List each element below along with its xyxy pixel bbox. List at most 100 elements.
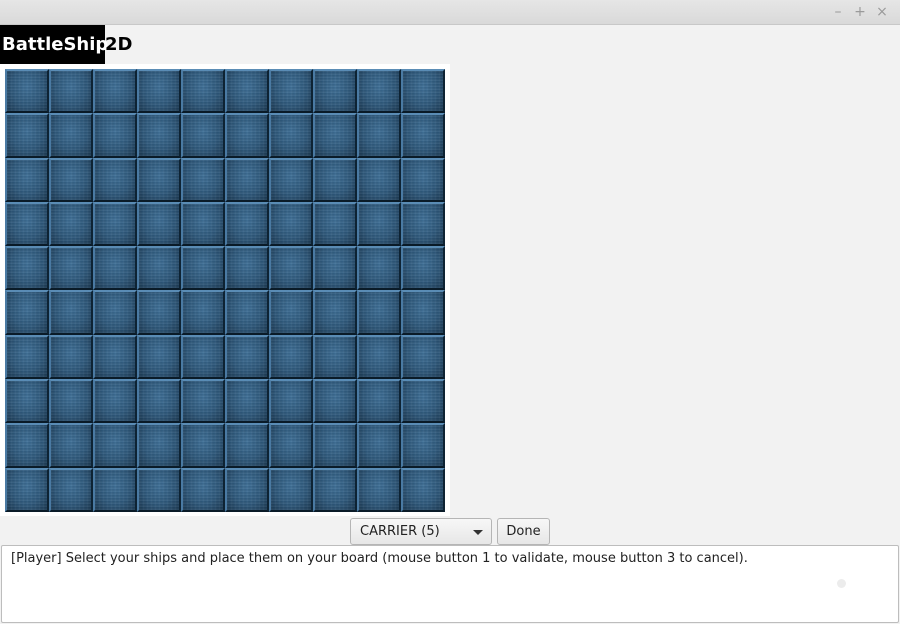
board-cell[interactable] xyxy=(5,201,49,247)
board-cell[interactable] xyxy=(313,423,357,468)
board-cell[interactable] xyxy=(225,334,269,380)
board-cell[interactable] xyxy=(49,379,93,424)
board-cell[interactable] xyxy=(5,423,49,468)
board-cell[interactable] xyxy=(225,113,269,158)
board-cell[interactable] xyxy=(401,69,445,114)
board-cell[interactable] xyxy=(225,157,269,202)
board-cell[interactable] xyxy=(357,423,401,468)
board-cell[interactable] xyxy=(181,379,225,424)
board-cell[interactable] xyxy=(137,379,181,424)
board-cell[interactable] xyxy=(49,423,93,468)
board-cell[interactable] xyxy=(137,69,181,114)
board-cell[interactable] xyxy=(5,246,49,291)
board-cell[interactable] xyxy=(93,157,137,202)
board-cell[interactable] xyxy=(137,290,181,335)
board-cell[interactable] xyxy=(357,157,401,202)
board-cell[interactable] xyxy=(181,246,225,291)
board-cell[interactable] xyxy=(93,246,137,291)
board-cell[interactable] xyxy=(49,113,93,158)
board-cell[interactable] xyxy=(401,334,445,380)
board-cell[interactable] xyxy=(5,467,49,512)
board-cell[interactable] xyxy=(357,246,401,291)
board-cell[interactable] xyxy=(5,157,49,202)
board-cell[interactable] xyxy=(137,157,181,202)
board-cell[interactable] xyxy=(137,467,181,512)
board-cell[interactable] xyxy=(357,467,401,512)
board-cell[interactable] xyxy=(137,246,181,291)
board-cell[interactable] xyxy=(181,69,225,114)
minimize-icon[interactable]: – xyxy=(830,4,846,20)
board-cell[interactable] xyxy=(49,467,93,512)
board-cell[interactable] xyxy=(269,201,313,247)
close-icon[interactable]: × xyxy=(874,4,890,20)
board-cell[interactable] xyxy=(269,157,313,202)
board-cell[interactable] xyxy=(401,467,445,512)
board-cell[interactable] xyxy=(401,379,445,424)
board-cell[interactable] xyxy=(137,334,181,380)
board-cell[interactable] xyxy=(181,157,225,202)
board-cell[interactable] xyxy=(401,157,445,202)
game-board[interactable] xyxy=(5,69,445,512)
board-cell[interactable] xyxy=(313,467,357,512)
board-cell[interactable] xyxy=(313,201,357,247)
board-cell[interactable] xyxy=(357,379,401,424)
board-cell[interactable] xyxy=(5,113,49,158)
board-cell[interactable] xyxy=(357,201,401,247)
board-cell[interactable] xyxy=(5,69,49,114)
board-cell[interactable] xyxy=(357,334,401,380)
board-cell[interactable] xyxy=(269,113,313,158)
board-cell[interactable] xyxy=(93,69,137,114)
board-cell[interactable] xyxy=(357,290,401,335)
board-cell[interactable] xyxy=(225,69,269,114)
board-cell[interactable] xyxy=(49,201,93,247)
board-cell[interactable] xyxy=(313,246,357,291)
board-cell[interactable] xyxy=(93,113,137,158)
board-cell[interactable] xyxy=(225,423,269,468)
board-cell[interactable] xyxy=(181,113,225,158)
board-cell[interactable] xyxy=(181,467,225,512)
board-cell[interactable] xyxy=(357,113,401,158)
maximize-icon[interactable]: + xyxy=(852,4,868,20)
board-cell[interactable] xyxy=(313,113,357,158)
board-cell[interactable] xyxy=(5,290,49,335)
board-cell[interactable] xyxy=(93,290,137,335)
board-cell[interactable] xyxy=(137,113,181,158)
board-cell[interactable] xyxy=(401,246,445,291)
board-cell[interactable] xyxy=(49,334,93,380)
message-log[interactable]: [Player] Select your ships and place the… xyxy=(1,545,899,623)
board-cell[interactable] xyxy=(313,157,357,202)
board-cell[interactable] xyxy=(313,334,357,380)
board-cell[interactable] xyxy=(49,246,93,291)
board-cell[interactable] xyxy=(49,290,93,335)
board-cell[interactable] xyxy=(401,423,445,468)
board-cell[interactable] xyxy=(357,69,401,114)
board-cell[interactable] xyxy=(181,201,225,247)
board-cell[interactable] xyxy=(401,290,445,335)
board-cell[interactable] xyxy=(49,157,93,202)
board-cell[interactable] xyxy=(93,201,137,247)
board-cell[interactable] xyxy=(93,379,137,424)
window-titlebar[interactable]: – + × xyxy=(0,0,900,25)
ship-select-dropdown[interactable]: CARRIER (5) xyxy=(350,518,492,545)
done-button[interactable]: Done xyxy=(497,518,550,545)
board-cell[interactable] xyxy=(401,201,445,247)
board-cell[interactable] xyxy=(5,379,49,424)
board-cell[interactable] xyxy=(93,334,137,380)
board-cell[interactable] xyxy=(225,246,269,291)
board-cell[interactable] xyxy=(269,467,313,512)
board-cell[interactable] xyxy=(269,69,313,114)
board-cell[interactable] xyxy=(225,379,269,424)
board-cell[interactable] xyxy=(137,423,181,468)
board-cell[interactable] xyxy=(269,290,313,335)
board-cell[interactable] xyxy=(93,467,137,512)
board-cell[interactable] xyxy=(269,246,313,291)
board-cell[interactable] xyxy=(269,379,313,424)
board-cell[interactable] xyxy=(5,334,49,380)
board-cell[interactable] xyxy=(225,290,269,335)
board-cell[interactable] xyxy=(313,69,357,114)
board-cell[interactable] xyxy=(225,467,269,512)
board-cell[interactable] xyxy=(181,334,225,380)
board-cell[interactable] xyxy=(313,290,357,335)
board-cell[interactable] xyxy=(49,69,93,114)
board-cell[interactable] xyxy=(225,201,269,247)
